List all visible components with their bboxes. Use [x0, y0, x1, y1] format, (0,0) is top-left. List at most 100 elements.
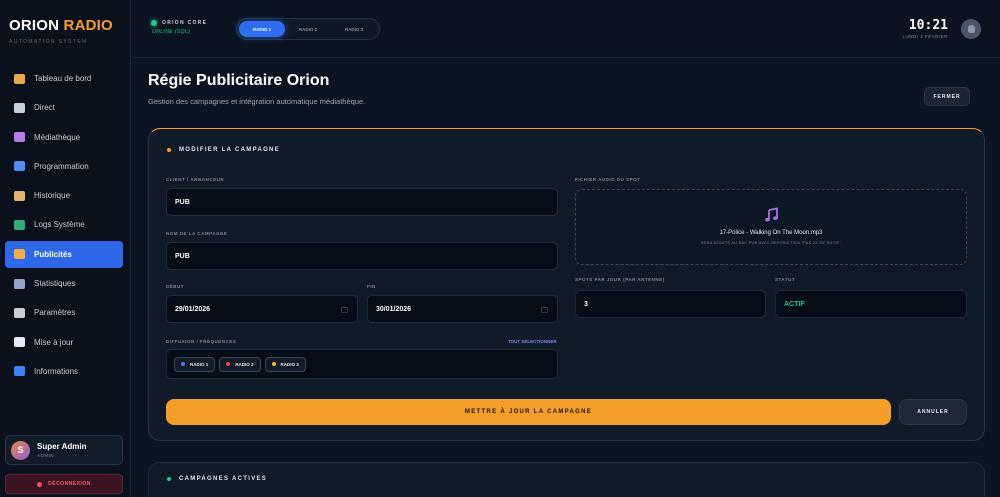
cloud-icon: [14, 337, 25, 348]
user-role: ADMIN: [37, 453, 54, 458]
user-profile[interactable]: S Super Admin ADMIN: [5, 435, 123, 465]
start-date-value: 29/01/2026: [175, 305, 211, 313]
radio-tabs: RADIO 1 RADIO 2 RADIO 3: [236, 18, 380, 40]
station-chip-label: RADIO 1: [190, 361, 209, 367]
microphone-icon: [14, 102, 25, 113]
sidebar-item-m-diath-que[interactable]: Médiathèque: [5, 124, 123, 151]
logout-label: DÉCONNEXION: [48, 481, 91, 487]
end-date-value: 30/01/2026: [376, 305, 412, 313]
avatar: S: [11, 440, 30, 460]
station-chip-label: RADIO 2: [235, 361, 254, 367]
status-select[interactable]: ACTIF: [775, 290, 967, 318]
brand-subtitle: AUTOMATION SYSTEM: [9, 39, 88, 45]
station-chip-label: RADIO 3: [280, 361, 299, 367]
heading-dot-icon: [167, 477, 171, 481]
sidebar-item-label: Logs Système: [34, 220, 85, 230]
station-dot-icon: [181, 362, 185, 366]
campaign-name-label: NOM DE LA CAMPAGNE: [166, 231, 228, 236]
audio-file-name: 17-Police - Walking On The Moon.mp3: [719, 230, 823, 236]
campaign-form-card: MODIFIER LA CAMPAGNE CLIENT / ANNONCEUR …: [148, 128, 985, 441]
sidebar-item-label: Statistiques: [34, 279, 76, 289]
tab-radio-1[interactable]: RADIO 1: [239, 21, 285, 37]
sidebar-item-mise-jour[interactable]: Mise à jour: [5, 329, 123, 356]
info-icon: [14, 366, 25, 377]
core-status-text: ONLINE (SQL): [152, 29, 191, 35]
chart-icon: [14, 278, 25, 289]
sidebar-item-label: Mise à jour: [34, 337, 74, 347]
end-date-label: FIN: [367, 284, 376, 289]
music-icon: [14, 132, 25, 143]
music-note-icon: [764, 207, 780, 223]
sidebar-item-label: Historique: [34, 191, 71, 201]
top-bar: ORION CORE ONLINE (SQL) RADIO 1 RADIO 2 RA…: [131, 0, 1000, 58]
calendar-icon[interactable]: [341, 307, 348, 313]
sidebar-item-label: Programmation: [34, 161, 89, 171]
profile-button[interactable]: [961, 19, 981, 39]
sidebar-item-statistiques[interactable]: Statistiques: [5, 270, 123, 297]
sidebar-item-publicit-s[interactable]: Publicités: [5, 240, 123, 268]
status-label: STATUT: [775, 277, 796, 282]
sidebar-item-historique[interactable]: Historique: [5, 182, 123, 209]
active-campaigns-label: CAMPAGNES ACTIVES: [179, 476, 268, 482]
status-dot-icon: [151, 20, 157, 26]
spots-per-day-input[interactable]: 3: [575, 290, 766, 318]
audio-file-label: FICHIER AUDIO DU SPOT: [575, 177, 641, 182]
station-chip-radio-3[interactable]: RADIO 3: [264, 356, 306, 372]
form-heading-label: MODIFIER LA CAMPAGNE: [179, 147, 280, 153]
sidebar-item-label: Tableau de bord: [34, 74, 92, 83]
sidebar-item-logs-syst-me[interactable]: Logs Système: [5, 211, 123, 238]
sidebar-item-programmation[interactable]: Programmation: [5, 153, 123, 180]
heading-dot-icon: [167, 148, 171, 152]
money-bag-icon: [14, 249, 25, 260]
station-chip-radio-2[interactable]: RADIO 2: [219, 356, 261, 372]
close-button[interactable]: FERMER: [924, 87, 970, 106]
client-label: CLIENT / ANNONCEUR: [166, 177, 225, 182]
calendar-icon[interactable]: [541, 307, 548, 313]
sidebar-item-label: Direct: [34, 103, 55, 113]
core-title: ORION CORE: [162, 20, 208, 26]
page-subtitle: Gestion des campagnes et intégration aut…: [148, 97, 366, 106]
page-title: Régie Publicitaire Orion: [148, 72, 330, 89]
logout-button[interactable]: DÉCONNEXION: [5, 474, 123, 494]
sidebar-item-informations[interactable]: Informations: [5, 358, 123, 385]
end-date-input[interactable]: 30/01/2026: [367, 295, 558, 323]
sidebar-item-label: Paramètres: [34, 308, 76, 318]
brand-title: ORION RADIO: [9, 17, 113, 34]
client-input[interactable]: PUB: [166, 188, 558, 216]
logout-icon: [37, 481, 43, 487]
cancel-button[interactable]: ANNULER: [899, 399, 967, 425]
clock: 10:21 LUNDI 2 FÉVRIER: [902, 18, 948, 39]
tab-radio-2[interactable]: RADIO 2: [285, 21, 331, 37]
select-all-link[interactable]: TOUT SÉLECTIONNER: [508, 339, 557, 344]
scroll-icon: [14, 190, 25, 201]
brand-logo[interactable]: ORION RADIO AUTOMATION SYSTEM: [9, 17, 113, 45]
station-dot-icon: [226, 362, 231, 366]
sidebar-item-direct[interactable]: Direct: [5, 94, 123, 121]
sidebar-item-label: Médiathèque: [34, 132, 81, 142]
active-campaigns-card: CAMPAGNES ACTIVES: [148, 462, 985, 497]
start-date-label: DÉBUT: [166, 284, 184, 289]
update-campaign-button[interactable]: METTRE À JOUR LA CAMPAGNE: [166, 399, 891, 425]
form-heading: MODIFIER LA CAMPAGNE: [167, 147, 280, 153]
sidebar-item-param-tres[interactable]: Paramètres: [5, 299, 123, 326]
active-campaigns-heading: CAMPAGNES ACTIVES: [167, 476, 267, 482]
clock-date: LUNDI 2 FÉVRIER: [902, 34, 948, 39]
sidebar-item-label: Publicités: [34, 249, 72, 259]
terminal-icon: [14, 219, 25, 230]
spots-per-day-label: SPOTS PAR JOUR (PAR ANTENNE): [575, 277, 665, 282]
user-icon: [967, 25, 975, 33]
tab-radio-3[interactable]: RADIO 3: [331, 21, 377, 37]
sidebar-nav: Tableau de bord Direct Médiathèque Programm…: [5, 65, 123, 387]
start-date-input[interactable]: 29/01/2026: [166, 295, 358, 323]
core-status: ORION CORE ONLINE (SQL): [151, 20, 207, 35]
campaign-name-input[interactable]: PUB: [166, 242, 558, 270]
diffusion-label: DIFFUSION / FRÉQUENCES: [166, 339, 237, 344]
station-chip-radio-1[interactable]: RADIO 1: [174, 356, 216, 372]
sidebar-item-label: Informations: [34, 366, 79, 376]
sidebar-item-tableau-de-bord[interactable]: Tableau de bord: [5, 65, 123, 92]
dashboard-icon: [14, 73, 25, 84]
user-name: Super Admin: [37, 442, 87, 451]
station-dot-icon: [271, 362, 276, 366]
audio-dropzone[interactable]: 17-Police - Walking On The Moon.mp3 SERA…: [575, 189, 967, 265]
station-selector: RADIO 1 RADIO 2 RADIO 3: [166, 349, 558, 379]
